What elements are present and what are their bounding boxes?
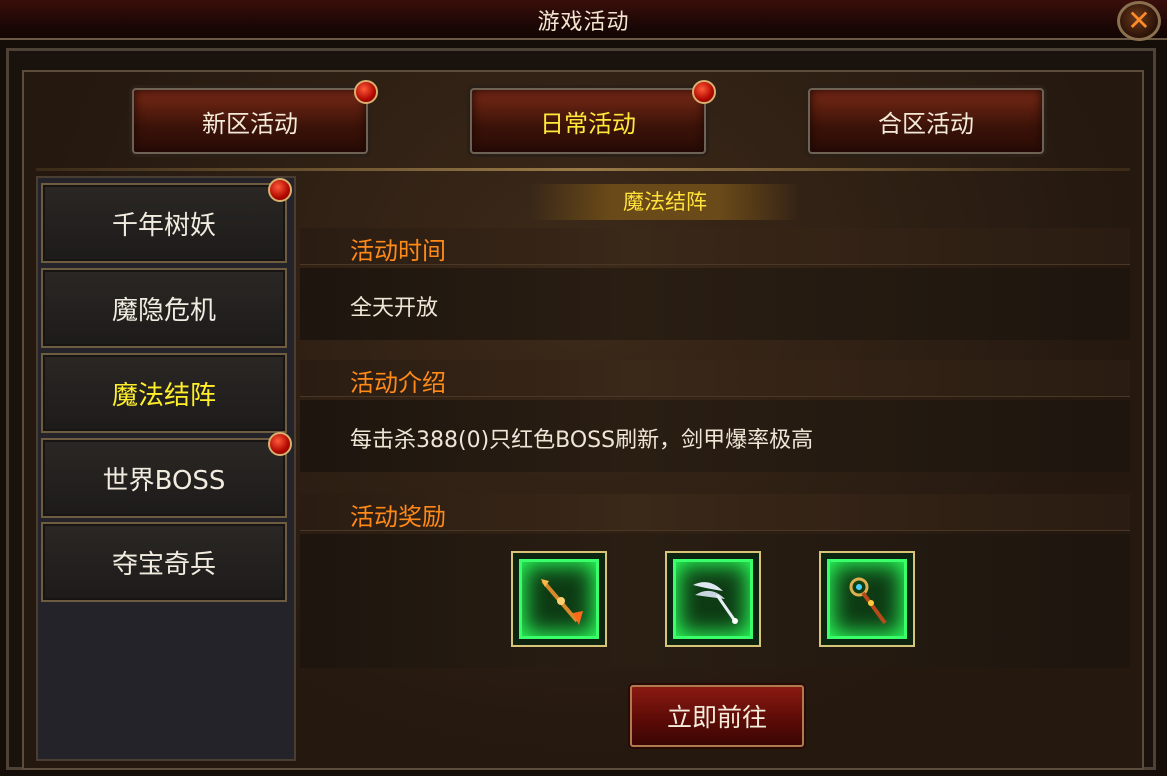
sidebar-item-label: 魔法结阵 (111, 380, 216, 411)
divider (36, 168, 1130, 171)
close-button[interactable]: ✕ (1117, 1, 1161, 41)
window-title: 游戏活动 (537, 10, 630, 35)
section-title-time: 活动时间 (350, 237, 446, 265)
sidebar-item-label: 世界BOSS (102, 465, 226, 496)
alert-dot-icon (268, 178, 292, 202)
reward-slot[interactable] (819, 551, 915, 647)
fire-spear-icon (541, 579, 583, 625)
sidebar-item-label: 魔隐危机 (111, 295, 216, 326)
sidebar-item-demon-crisis[interactable]: 魔隐危机 (41, 268, 287, 348)
section-title-intro: 活动介绍 (350, 369, 446, 397)
go-now-label: 立即前往 (666, 703, 767, 732)
tab-label: 日常活动 (540, 109, 636, 138)
section-title-reward: 活动奖励 (350, 503, 446, 531)
alert-dot-icon (692, 80, 716, 104)
sidebar-item-label: 千年树妖 (111, 210, 216, 241)
tab-label: 新区活动 (202, 109, 298, 138)
activity-intro-text: 每击杀388(0)只红色BOSS刷新，剑甲爆率极高 (350, 428, 814, 453)
alert-dot-icon (354, 80, 378, 104)
tab-label: 合区活动 (878, 109, 974, 138)
go-now-button[interactable]: 立即前往 (630, 685, 804, 747)
reward-slot[interactable] (665, 551, 761, 647)
tab-merged-server-activity[interactable]: 合区活动 (808, 88, 1044, 154)
winged-staff-icon (693, 582, 738, 624)
activity-time-text: 全天开放 (350, 296, 439, 321)
window-title-bar: 游戏活动 (0, 0, 1167, 40)
sidebar-item-label: 夺宝奇兵 (111, 549, 216, 580)
sidebar-item-treasure-raiders[interactable]: 夺宝奇兵 (41, 522, 287, 602)
jeweled-scepter-icon (849, 577, 887, 625)
reward-slot[interactable] (511, 551, 607, 647)
tab-daily-activity[interactable]: 日常活动 (470, 88, 706, 154)
sidebar-item-world-boss[interactable]: 世界BOSS (41, 438, 287, 518)
sidebar-item-millennium-tree-demon[interactable]: 千年树妖 (41, 183, 287, 263)
tab-new-server-activity[interactable]: 新区活动 (132, 88, 368, 154)
activity-title: 魔法结阵 (530, 184, 800, 220)
sidebar-item-magic-formation[interactable]: 魔法结阵 (41, 353, 287, 433)
close-icon: ✕ (1127, 4, 1151, 37)
alert-dot-icon (268, 432, 292, 456)
